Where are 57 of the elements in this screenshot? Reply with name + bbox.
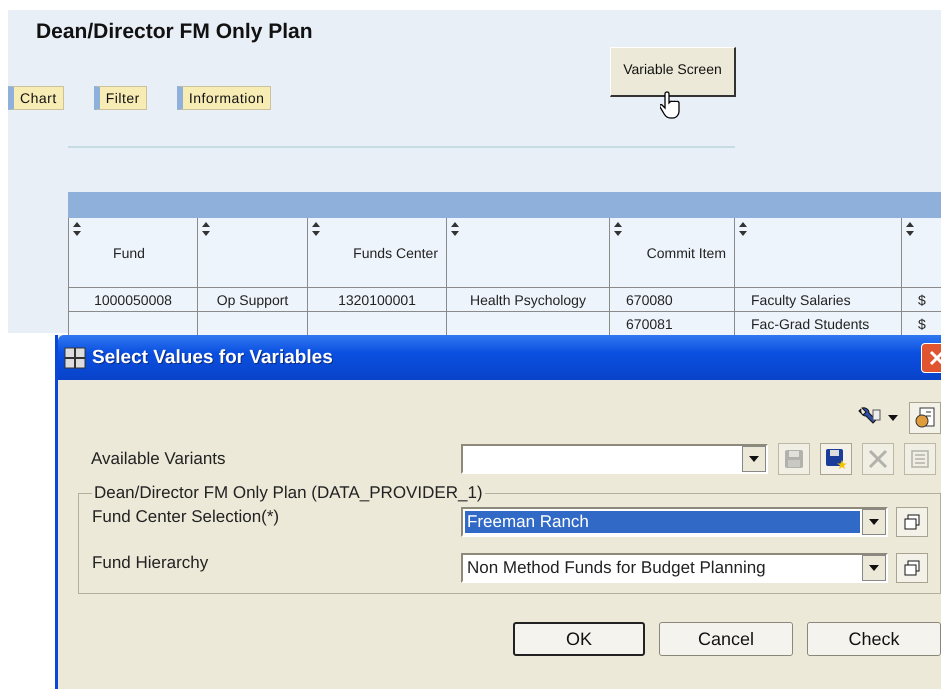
grid-icon (64, 346, 86, 368)
column-header[interactable]: Commit Item (610, 218, 735, 288)
sort-icon[interactable] (73, 222, 81, 236)
dropdown-arrow-icon (869, 519, 879, 525)
value-help-button[interactable] (896, 553, 928, 583)
sort-icon[interactable] (451, 222, 459, 236)
toolbar-button[interactable]: Information (176, 86, 272, 110)
dropdown-arrow-icon (888, 415, 898, 421)
value-dropdown[interactable]: Non Method Funds for Budget Planning (461, 553, 888, 583)
sort-icon[interactable] (739, 222, 747, 236)
column-label: Commit Item (646, 244, 726, 260)
personalize-button[interactable] (909, 402, 941, 434)
field-label: Fund Center Selection(*) (92, 507, 280, 527)
table-cell: 670080 (610, 288, 735, 312)
copy-icon (904, 514, 920, 530)
table-cell: 670081 (610, 312, 735, 336)
dialog-button[interactable]: Check (807, 622, 941, 656)
table-cell: Op Support (198, 288, 308, 312)
column-header[interactable]: Funds Center (308, 218, 447, 288)
value-help-button[interactable] (896, 507, 928, 537)
table-cell: 1320100001 (308, 288, 447, 312)
copy-icon (904, 560, 920, 576)
sort-icon[interactable] (614, 222, 622, 236)
sort-icon[interactable] (312, 222, 320, 236)
dialog-title: Select Values for Variables (92, 346, 333, 368)
column-label: Funds Center (353, 244, 438, 260)
group-title: Dean/Director FM Only Plan (DATA_PROVIDER_1) (93, 483, 484, 503)
document-icon (914, 407, 936, 429)
close-icon (929, 350, 941, 366)
table-cell: 1000050008 (68, 288, 198, 312)
variant-button[interactable] (820, 443, 852, 475)
dialog-button[interactable]: OK (513, 622, 645, 656)
table-cell: $ (902, 288, 941, 312)
report-title: Dean/Director FM Only Plan (36, 20, 313, 44)
column-header[interactable]: Fund (68, 218, 198, 288)
dropdown-button[interactable] (742, 446, 766, 472)
table-cell: $ (902, 312, 941, 336)
sort-icon[interactable] (202, 222, 210, 236)
variable-screen-button[interactable]: Variable Screen (610, 47, 736, 97)
field-label: Available Variants (91, 449, 227, 469)
value-dropdown[interactable]: Freeman Ranch (461, 507, 888, 537)
table-cell: Health Psychology (447, 288, 610, 312)
dropdown-arrow-icon (749, 456, 759, 462)
toolbar-button[interactable]: Chart (8, 86, 64, 110)
field-label: Fund Hierarchy (92, 553, 210, 573)
sort-icon[interactable] (906, 222, 914, 236)
list-icon (910, 449, 930, 469)
floppy-disk-plus-icon (825, 448, 847, 470)
dialog-button[interactable]: Cancel (659, 622, 793, 656)
dropdown-button[interactable] (862, 555, 886, 581)
table-cell: Faculty Salaries (735, 288, 902, 312)
column-label: Fund (113, 244, 145, 260)
delete-icon (868, 449, 888, 469)
table-cell: Fac-Grad Students (735, 312, 902, 336)
dropdown-arrow-icon (869, 565, 879, 571)
toolbar-button[interactable]: Filter (94, 86, 147, 110)
dropdown-button[interactable] (862, 509, 886, 535)
